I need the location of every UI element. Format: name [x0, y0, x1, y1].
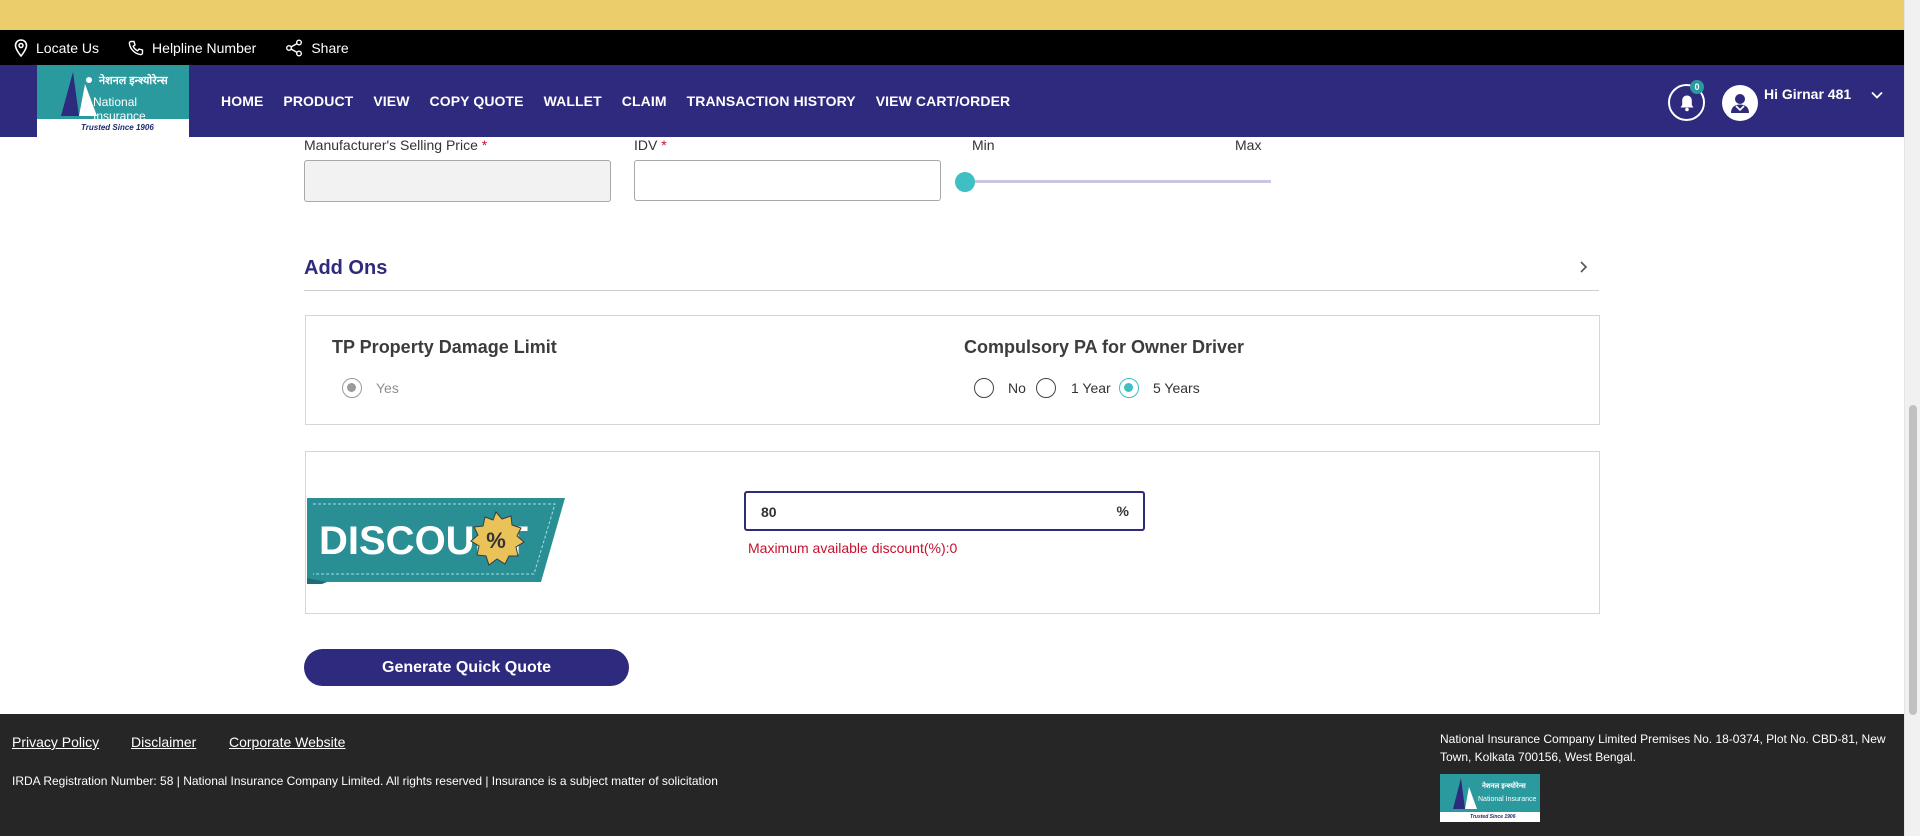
share-label: Share [311, 39, 349, 56]
nav-product[interactable]: PRODUCT [283, 93, 353, 109]
utility-bar: Locate Us Helpline Number Share [0, 30, 1904, 65]
share-icon [286, 39, 303, 56]
nav-view[interactable]: VIEW [373, 93, 409, 109]
tp-property-yes-radio [342, 378, 362, 398]
privacy-policy-link[interactable]: Privacy Policy [12, 734, 99, 750]
pa-owner-5-years-label[interactable]: 5 Years [1153, 380, 1200, 396]
disclaimer-link[interactable]: Disclaimer [131, 734, 196, 750]
footer-address: National Insurance Company Limited Premi… [1440, 732, 1886, 764]
page-scrollbar[interactable] [1904, 0, 1920, 836]
discount-badge-symbol: % [486, 528, 506, 553]
phone-icon [128, 40, 144, 55]
pa-owner-1-year-label[interactable]: 1 Year [1071, 380, 1111, 396]
main-navbar: नेशनल इन्श्योरेन्स National Insurance Tr… [0, 65, 1904, 137]
logo-english-text: National Insurance [93, 95, 146, 123]
nav-view-cart-order[interactable]: VIEW CART/ORDER [876, 93, 1011, 109]
discount-value: 80 [761, 504, 777, 520]
slider-max-label: Max [1235, 137, 1262, 153]
idv-label: IDV * [634, 137, 667, 153]
nav-home[interactable]: HOME [221, 93, 263, 109]
msp-input[interactable] [304, 160, 611, 202]
idv-slider-track[interactable] [965, 180, 1271, 183]
notification-count-badge: 0 [1690, 80, 1704, 94]
nav-wallet[interactable]: WALLET [544, 93, 602, 109]
footer-logo-mark-icon [1453, 778, 1477, 809]
tp-property-yes-label: Yes [376, 380, 399, 396]
nav-transaction-history[interactable]: TRANSACTION HISTORY [687, 93, 856, 109]
main-menu: HOME PRODUCT VIEW COPY QUOTE WALLET CLAI… [221, 65, 1030, 137]
idv-slider-handle[interactable] [955, 172, 975, 192]
pa-owner-1-year-radio[interactable] [1036, 378, 1056, 398]
bell-icon [1680, 95, 1693, 111]
logo-tagline: Trusted Since 1906 [81, 123, 154, 132]
pa-owner-heading: Compulsory PA for Owner Driver [964, 337, 1245, 357]
page: Locate Us Helpline Number Share नेशनल इन… [0, 0, 1904, 836]
addons-divider [304, 290, 1599, 291]
helpline-link[interactable]: Helpline Number [128, 40, 256, 56]
discount-error-message: Maximum available discount(%):0 [748, 540, 958, 556]
location-pin-icon [14, 38, 28, 57]
idv-input[interactable] [634, 160, 941, 201]
corporate-website-link[interactable]: Corporate Website [229, 734, 345, 750]
msp-label: Manufacturer's Selling Price * [304, 137, 488, 153]
helpline-label: Helpline Number [152, 39, 257, 56]
share-link[interactable]: Share [285, 39, 349, 57]
addons-title[interactable]: Add Ons [304, 257, 387, 280]
nav-claim[interactable]: CLAIM [622, 93, 667, 109]
user-greeting[interactable]: Hi Girnar 481 [1764, 86, 1851, 102]
generate-quick-quote-button[interactable]: Generate Quick Quote [304, 649, 629, 686]
national-insurance-logo[interactable]: नेशनल इन्श्योरेन्स National Insurance Tr… [37, 65, 189, 137]
addons-card [305, 315, 1600, 425]
pa-owner-5-years-radio[interactable] [1119, 378, 1139, 398]
locate-us-label: Locate Us [36, 39, 100, 56]
locate-us-link[interactable]: Locate Us [14, 38, 100, 57]
announcement-bar [0, 0, 1904, 30]
footer-copyright: IRDA Registration Number: 58 | National … [12, 774, 718, 788]
tp-property-heading: TP Property Damage Limit [332, 337, 557, 357]
chevron-down-icon[interactable] [1870, 90, 1884, 100]
discount-percent-suffix: % [1116, 503, 1129, 519]
footer-logo: नेशनल इन्श्योरेन्स National Insurance Tr… [1440, 774, 1540, 822]
discount-input[interactable]: 80 % [744, 491, 1145, 531]
chevron-right-icon[interactable] [1578, 259, 1590, 275]
pa-owner-no-radio[interactable] [974, 378, 994, 398]
discount-banner-icon: DISCOUNT % [307, 498, 565, 584]
footer: Privacy Policy Disclaimer Corporate Webs… [0, 714, 1904, 836]
user-avatar[interactable] [1722, 85, 1758, 121]
pa-owner-no-label[interactable]: No [1008, 380, 1026, 396]
slider-min-label: Min [972, 137, 995, 153]
logo-hindi-text: नेशनल इन्श्योरेन्स [99, 75, 168, 87]
nav-copy-quote[interactable]: COPY QUOTE [430, 93, 524, 109]
user-icon [1731, 94, 1749, 113]
scrollbar-thumb[interactable] [1909, 405, 1917, 715]
